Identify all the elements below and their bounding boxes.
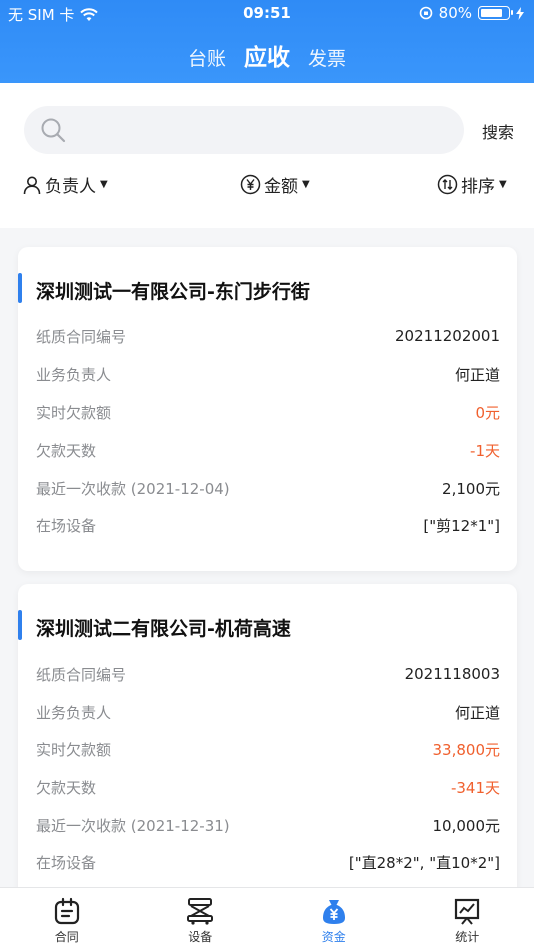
tab-contract-label: 合同: [54, 930, 79, 944]
caret-down-icon: ▼: [302, 179, 310, 190]
row-value: 10,000元: [432, 816, 501, 835]
funds-icon: [322, 900, 345, 924]
charging-icon: [516, 6, 524, 20]
yen-circle-icon: [240, 174, 261, 195]
tab-equipment-label: 设备: [188, 930, 213, 944]
row-value: 2,100元: [442, 479, 500, 498]
contract-card[interactable]: 深圳测试一有限公司-东门步行街 纸质合同编号 20211202001 业务负责人…: [18, 247, 517, 571]
app-header: 无 SIM 卡 09:51 80% 台账 应收 发票: [0, 0, 534, 83]
filter-amount[interactable]: 金额 ▼: [240, 172, 310, 197]
row-value: 33,800元: [432, 740, 501, 759]
row-label: 实时欠款额: [36, 403, 112, 422]
sort-icon: [437, 174, 458, 195]
filter-owner[interactable]: 负责人 ▼: [22, 172, 108, 197]
contract-icon: [54, 897, 79, 925]
caret-down-icon: ▼: [499, 179, 507, 190]
battery-percent: 80%: [438, 4, 472, 22]
filter-bar: 负责人 ▼ 金额 ▼ 排序 ▼: [0, 172, 534, 202]
card-accent-bar: [18, 273, 22, 303]
tab-equipment[interactable]: 设备: [134, 888, 268, 950]
card-row: 实时欠款额 33,800元: [36, 737, 500, 761]
tab-invoice[interactable]: 发票: [308, 44, 346, 71]
person-icon: [23, 176, 41, 194]
card-row: 欠款天数 -341天: [36, 775, 500, 799]
orientation-lock-icon: [419, 6, 432, 20]
row-value: 何正道: [454, 703, 500, 722]
row-value: 0元: [475, 403, 500, 422]
card-title: 深圳测试一有限公司-东门步行街: [36, 281, 310, 303]
row-label: 最近一次收款 (2021-12-04): [36, 479, 230, 498]
card-row: 最近一次收款 (2021-12-31) 10,000元: [36, 813, 500, 837]
row-value: -1天: [470, 441, 500, 460]
tab-statistics[interactable]: 统计: [401, 888, 534, 950]
filter-amount-label: 金额: [264, 177, 298, 197]
row-label: 在场设备: [36, 516, 97, 535]
tab-receivable[interactable]: 应收: [244, 38, 290, 72]
card-row: 实时欠款额 0元: [36, 400, 500, 424]
filter-owner-label: 负责人: [45, 177, 96, 197]
card-row: 纸质合同编号 2021118003: [36, 662, 500, 686]
row-label: 业务负责人: [36, 703, 112, 722]
tab-statistics-label: 统计: [455, 930, 480, 944]
card-row: 在场设备 ["直28*2", "直10*2"]: [36, 850, 500, 874]
card-row: 最近一次收款 (2021-12-04) 2,100元: [36, 476, 500, 500]
row-label: 纸质合同编号: [36, 327, 127, 346]
card-row: 在场设备 ["剪12*1"]: [36, 513, 500, 537]
status-right: 80%: [419, 4, 524, 22]
tab-funds-label: 资金: [321, 930, 346, 944]
row-label: 欠款天数: [36, 778, 97, 797]
tab-contract[interactable]: 合同: [0, 888, 134, 950]
search-box[interactable]: [24, 106, 464, 154]
search-icon: [41, 118, 66, 143]
row-label: 业务负责人: [36, 365, 112, 384]
top-tabs: 台账 应收 发票: [0, 38, 534, 72]
row-value: 2021118003: [404, 665, 500, 683]
contract-card[interactable]: 深圳测试二有限公司-机荷高速 纸质合同编号 2021118003 业务负责人 何…: [18, 584, 517, 914]
row-label: 纸质合同编号: [36, 665, 127, 684]
equipment-icon: [187, 898, 214, 925]
tab-ledger[interactable]: 台账: [188, 44, 226, 71]
tab-funds[interactable]: 资金: [267, 888, 401, 950]
caret-down-icon: ▼: [100, 179, 108, 190]
search-button[interactable]: 搜索: [482, 119, 514, 143]
battery-icon: [478, 6, 513, 20]
row-label: 欠款天数: [36, 441, 97, 460]
search-input[interactable]: [80, 114, 450, 146]
status-bar: 无 SIM 卡 09:51 80%: [0, 0, 534, 28]
row-label: 最近一次收款 (2021-12-31): [36, 816, 230, 835]
card-row: 欠款天数 -1天: [36, 438, 500, 462]
row-value: 何正道: [454, 365, 500, 384]
row-value: ["剪12*1"]: [423, 516, 500, 535]
filter-sort[interactable]: 排序 ▼: [437, 172, 507, 197]
row-value: 20211202001: [395, 327, 500, 345]
card-title: 深圳测试二有限公司-机荷高速: [36, 618, 291, 640]
row-value: ["直28*2", "直10*2"]: [348, 853, 500, 872]
card-accent-bar: [18, 610, 22, 640]
bottom-tab-bar: 合同 设备 资金 统计: [0, 887, 534, 950]
card-row: 纸质合同编号 20211202001: [36, 324, 500, 348]
card-row: 业务负责人 何正道: [36, 362, 500, 386]
filter-area: 搜索 负责人 ▼ 金额 ▼ 排序 ▼: [0, 83, 534, 228]
row-label: 在场设备: [36, 853, 97, 872]
statistics-icon: [455, 898, 480, 925]
row-value: -341天: [450, 778, 500, 797]
row-label: 实时欠款额: [36, 740, 112, 759]
filter-sort-label: 排序: [461, 177, 495, 197]
card-row: 业务负责人 何正道: [36, 700, 500, 724]
